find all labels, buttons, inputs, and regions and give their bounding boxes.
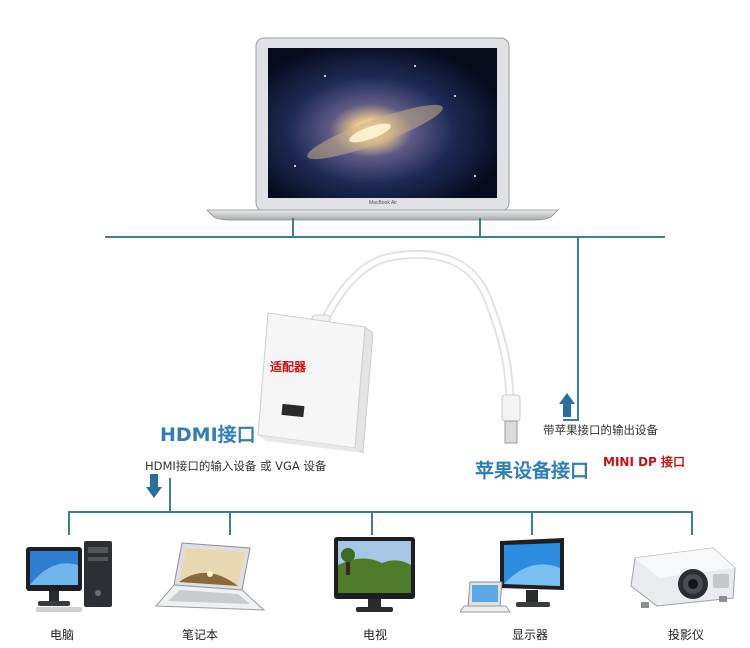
hdmi-input-device-desc: HDMI接口的输入设备 或 VGA 设备 [145,459,327,473]
device-label-monitor: 显示器 [512,628,549,642]
mini-dp-to-hdmi-adapter [240,245,540,460]
tv-icon [332,535,417,615]
laptop-left-drop [292,218,294,237]
adapter-label: 适配器 [270,360,307,374]
projector-icon [625,540,740,615]
top-horizontal-line [105,236,665,238]
device-label-laptop: 笔记本 [182,628,219,642]
drop-tv [371,511,373,535]
drop-projector [691,511,693,535]
laptop-right-drop [479,218,481,237]
drop-desktop [68,511,70,535]
monitor-icon [460,538,570,615]
device-label-tv: 电视 [363,628,388,642]
apple-output-device-desc: 带苹果接口的输出设备 [543,423,658,437]
device-label-projector: 投影仪 [668,628,705,642]
center-vertical-line [169,478,171,512]
arrow-up-icon [559,393,575,417]
hdmi-port-title: HDMI接口 [160,424,256,446]
laptop-icon [152,540,267,615]
macbook-air-label: MacBook Air [369,200,398,206]
macbook-air-laptop: MacBook Air [205,36,560,221]
bottom-horizontal-line [68,511,692,513]
drop-monitor [531,511,533,535]
mini-dp-port-label: MINI DP 接口 [603,455,686,469]
apple-port-title: 苹果设备接口 [475,460,590,482]
right-hook-line [563,419,579,421]
right-vertical-line [577,236,579,420]
drop-laptop [229,511,231,535]
desktop-computer-icon [22,535,117,615]
arrow-down-icon [146,474,162,498]
device-label-desktop: 电脑 [50,628,75,642]
